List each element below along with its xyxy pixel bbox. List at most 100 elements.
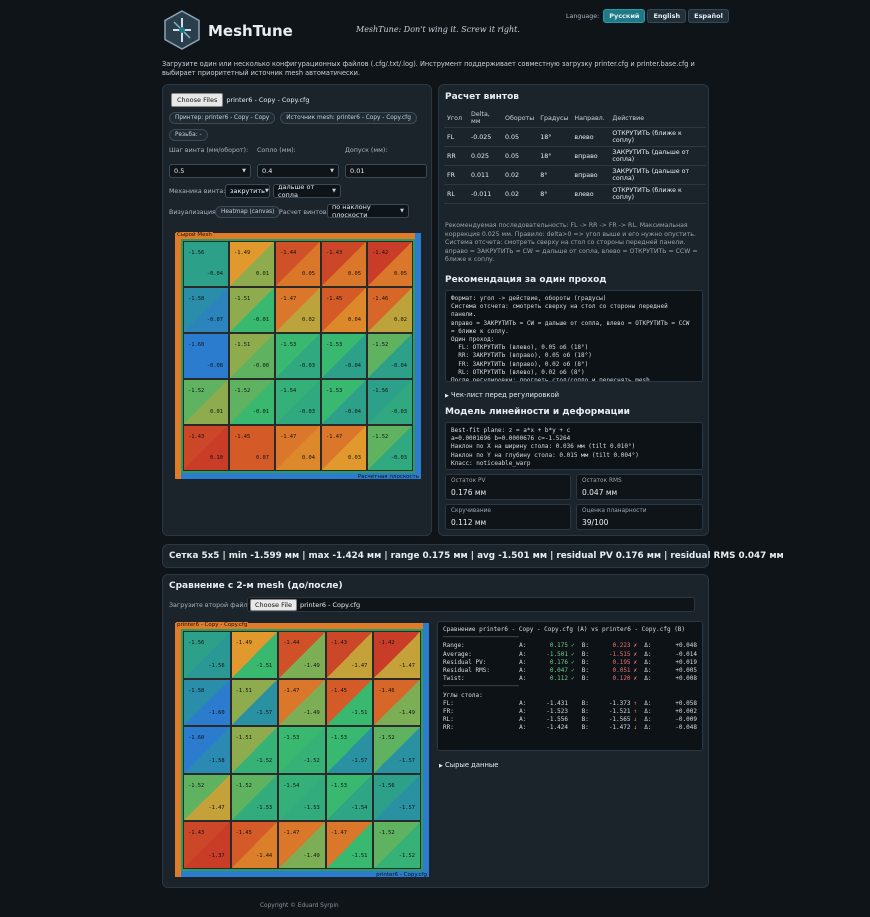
screw-row: RL -0.011 0.02 8° влево ОТКРУТИТЬ (ближе к со…	[444, 184, 706, 204]
mesh-cell-secondary: -0.04	[344, 363, 361, 369]
metric-lblA: A:	[519, 650, 527, 658]
mesh-cell-secondary: -1.49	[398, 710, 415, 717]
visualization-toggle[interactable]: Heatmap (canvas)	[215, 206, 281, 218]
mesh-cell: -1.56 -1.57	[373, 773, 421, 822]
mesh-cell-value: -1.52	[378, 735, 395, 742]
lang-en-button[interactable]: English	[647, 9, 687, 23]
metric-lblB: B:	[581, 667, 589, 675]
file-input[interactable]: Choose Files printer6 - Copy - Copy.cfg	[171, 93, 309, 107]
compare-choose-file-button[interactable]: Choose File	[250, 598, 297, 611]
mesh-cell-value: -1.56	[372, 388, 389, 394]
nozzle-select[interactable]: 0.4 ▼	[257, 164, 339, 178]
mesh-cell-value: -1.52	[372, 434, 389, 440]
mesh-cell: -1.52 -0.03	[367, 425, 413, 471]
screw-cell-deg: 8°	[537, 184, 572, 204]
calc-method-select[interactable]: по наклону плоскости ▼	[327, 203, 409, 219]
choose-files-button[interactable]: Choose Files	[171, 93, 224, 107]
tolerance-input[interactable]: 0.01	[345, 164, 427, 178]
mesh-cell: -1.52 -0.04	[367, 333, 413, 379]
mesh-cell-secondary: -0.03	[298, 363, 315, 369]
logo	[163, 10, 201, 50]
corner-name: FR:	[443, 708, 454, 716]
mesh-cell-value: -1.58	[188, 687, 205, 694]
corner-lblA: A:	[519, 724, 527, 732]
metric-am: ✓	[570, 650, 575, 658]
corner-name: RL:	[443, 716, 454, 724]
compare-corner-line: RR: A: -1.424 B: -1.472 ↓ Δ: -0.048	[443, 724, 697, 732]
corner-bm: ↓	[633, 716, 638, 724]
checklist-toggle[interactable]: ▶ Чек-лист перед регулировкой	[445, 391, 559, 399]
metric-name: Twist:	[443, 675, 465, 683]
mesh-cell-value: -1.53	[326, 342, 343, 348]
mesh-cell: -1.56 -0.04	[183, 241, 229, 287]
metric-lblA: A:	[519, 675, 527, 683]
corner-sp	[568, 724, 582, 732]
corner-sp	[568, 700, 582, 708]
mesh-cell-secondary: 0.03	[348, 455, 361, 461]
heatmap-footer: Расчетная плоскость	[357, 474, 419, 480]
mesh-cell-value: -1.42	[372, 250, 389, 256]
metric-bm: ✗	[633, 650, 638, 658]
mesh-cell-secondary: 0.05	[348, 271, 361, 277]
nozzle-label: Сопло (мм):	[257, 147, 296, 154]
mesh-cell: -1.47 0.03	[321, 425, 367, 471]
corner-d: +0.058	[675, 699, 697, 707]
screw-row: FL -0.025 0.05 18° влево ОТКРУТИТЬ (ближе к с…	[444, 127, 706, 147]
mesh-cell: -1.52 0.01	[183, 379, 229, 425]
tolerance-label: Допуск (мм):	[345, 147, 388, 154]
col-degrees: Градусы	[537, 109, 572, 128]
mesh-cell-value: -1.52	[235, 782, 252, 789]
metric-lblD: Δ:	[644, 650, 652, 658]
mesh-cell-secondary: -0.01	[252, 409, 269, 415]
mechanics-label: Механика винта:	[169, 188, 226, 195]
corner-lblB: B:	[581, 724, 589, 732]
mesh-cell-secondary: -1.57	[398, 805, 415, 812]
mesh-cell-secondary: -1.58	[208, 757, 225, 764]
corner-b: -1.472	[608, 724, 631, 732]
corner-lblA: A:	[519, 716, 527, 724]
mesh-cell-value: -1.58	[188, 296, 205, 302]
mesh-cell: -1.44 -1.49	[278, 631, 326, 679]
screw-cell-dir: влево	[571, 127, 610, 147]
mesh-cell-secondary: -0.03	[390, 409, 407, 415]
mesh-cell-secondary: 0.02	[394, 317, 407, 323]
compare-file-input[interactable]: Choose File printer6 - Copy.cfg	[247, 597, 695, 612]
lang-es-button[interactable]: Español	[688, 9, 729, 23]
intro-text: Загрузите один или несколько конфигураци…	[162, 60, 695, 77]
mesh-cell-secondary: -0.07	[206, 317, 223, 323]
mesh-cell-value: -1.45	[330, 687, 348, 694]
lang-ru-button[interactable]: Русский	[603, 9, 646, 23]
mesh-cell-value: -1.47	[280, 434, 297, 440]
mesh-cell-secondary: -0.08	[206, 363, 223, 369]
metric-lblD: Δ:	[644, 642, 652, 650]
metric-a: -1.501	[546, 650, 568, 658]
metric-am: ✓	[570, 642, 575, 650]
mesh-cell-secondary: -0.03	[298, 409, 315, 415]
thread-pill: Резьба: -	[169, 129, 208, 141]
corner-lblB: B:	[581, 708, 589, 716]
mesh-cell: -1.47 -1.49	[278, 821, 326, 869]
mechanics-effect-select[interactable]: дальше от сопла ▼	[273, 183, 341, 199]
corner-bm: ↑	[633, 699, 638, 707]
metric-b: -1.515	[608, 650, 631, 658]
corner-a: -1.523	[546, 708, 568, 716]
mesh-cell-value: -1.52	[234, 388, 251, 394]
screw-cell-corner: FL	[444, 127, 468, 147]
raw-data-toggle[interactable]: ▶ Сырые данные	[439, 761, 498, 769]
mesh-cell: -1.46 -1.49	[373, 678, 421, 727]
mesh-cell: -1.47 -1.51	[325, 821, 374, 869]
mesh-cell-secondary: -0.04	[344, 409, 361, 415]
mechanics-direction-select[interactable]: закрутить ▼	[225, 184, 270, 198]
corner-a: -1.431	[546, 699, 568, 707]
corner-bm: ↓	[633, 724, 638, 732]
mesh-cell-value: -1.52	[188, 782, 205, 789]
screw-cell-corner: FR	[444, 165, 468, 185]
corner-sp	[568, 716, 582, 724]
mesh-cell-value: -1.51	[234, 296, 251, 302]
mesh-cell: -1.56 -1.56	[183, 631, 231, 679]
mesh-summary: Сетка 5x5 | min -1.599 мм | max -1.424 м…	[162, 544, 784, 568]
mesh-cell-value: -1.47	[283, 830, 300, 837]
screw-cell-turns: 0.05	[502, 146, 538, 166]
screw-pitch-select[interactable]: 0.5 ▼	[169, 164, 251, 178]
mesh-cell: -1.43 0.10	[183, 425, 229, 471]
